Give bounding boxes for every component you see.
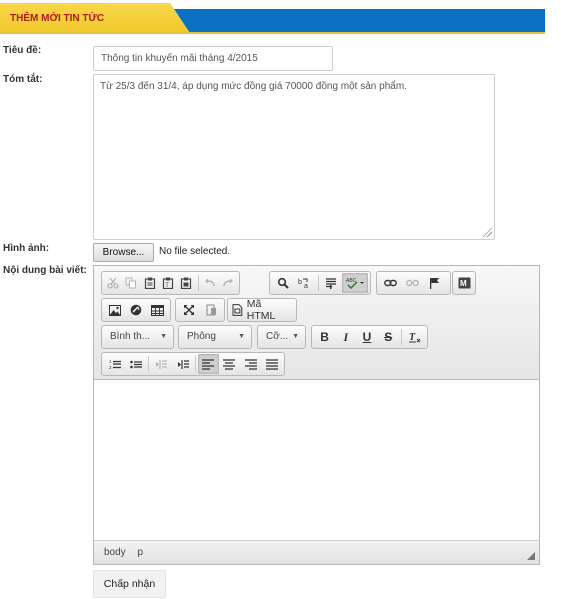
remove-format-icon[interactable]: T [404,327,425,347]
svg-text:T: T [409,332,416,343]
italic-icon[interactable]: I [335,327,356,347]
source-icon [232,304,243,316]
unlink-icon[interactable] [401,273,423,293]
links-group [376,271,451,295]
header-underline [0,32,545,34]
align-center-icon[interactable] [219,354,240,374]
page-header: THÊM MỚI TIN TỨC [0,3,545,34]
image-label: Hình ảnh: [3,243,50,254]
svg-text:T: T [165,283,169,289]
bold-icon[interactable]: B [314,327,335,347]
maximize-icon[interactable] [178,300,200,320]
textarea-resize-handle[interactable] [483,228,492,237]
paragraph-group: 12 [101,352,285,376]
size-combo[interactable]: Cỡ... ▼ [257,325,306,349]
table-icon[interactable] [147,300,168,320]
tools-group [175,298,225,322]
replace-icon[interactable]: ba [294,273,316,293]
font-combo[interactable]: Phông ▼ [178,325,252,349]
title-input[interactable] [93,46,333,71]
paste-word-icon[interactable] [177,273,195,293]
insert-group [101,298,171,322]
paste-icon[interactable] [141,273,159,293]
editing-group: ba ABC [269,271,371,295]
copy-icon[interactable] [122,273,140,293]
link-icon[interactable] [379,273,401,293]
flash-group: M [452,271,476,295]
chevron-down-icon: ▼ [292,333,299,340]
font-combo-value: Phông [187,331,216,342]
clipboard-group: T [101,271,240,295]
svg-text:b: b [298,279,302,286]
svg-text:2: 2 [109,365,112,370]
editor-content-area[interactable] [94,381,539,540]
summary-label: Tóm tắt: [3,74,43,85]
justify-icon[interactable] [261,354,282,374]
redo-icon[interactable] [219,273,237,293]
editor-status-bar: body p [94,540,539,564]
bulleted-list-icon[interactable] [125,354,146,374]
chevron-down-icon: ▼ [160,333,167,340]
svg-text:a: a [304,283,308,289]
cut-icon[interactable] [104,273,122,293]
outdent-icon[interactable] [151,354,172,374]
flash-icon[interactable]: M [455,273,473,293]
format-combo[interactable]: Bình th... ▼ [101,325,174,349]
special-char-icon[interactable] [125,300,146,320]
paste-text-icon[interactable]: T [159,273,177,293]
chevron-down-icon: ▼ [238,333,245,340]
strike-icon[interactable]: S [378,327,399,347]
title-label: Tiêu đề: [3,45,42,56]
browse-button[interactable]: Browse... [93,243,154,262]
indent-icon[interactable] [172,354,193,374]
image-icon[interactable] [104,300,125,320]
svg-text:M: M [460,279,467,288]
align-right-icon[interactable] [240,354,261,374]
path-item-body[interactable]: body [104,547,126,558]
basic-styles-group: B I U S T [311,325,428,349]
svg-text:1: 1 [109,359,112,364]
editor-toolbar: T ba ABC M Mã HTML Bình th... ▼ Phông ▼ … [94,266,539,380]
anchor-icon[interactable] [423,273,445,293]
rich-text-editor: T ba ABC M Mã HTML Bình th... ▼ Phông ▼ … [93,265,540,565]
path-item-p[interactable]: p [137,547,143,558]
numbered-list-icon[interactable]: 12 [104,354,125,374]
show-blocks-icon[interactable] [200,300,222,320]
summary-textarea[interactable]: Từ 25/3 đến 31/4, áp dụng mức đồng giá 7… [93,74,495,240]
file-status-text: No file selected. [159,246,231,257]
editor-resize-handle[interactable] [527,552,535,560]
find-icon[interactable] [272,273,294,293]
source-button[interactable]: Mã HTML [227,298,297,322]
source-label: Mã HTML [246,298,276,322]
page-title: THÊM MỚI TIN TỨC [10,13,105,24]
submit-button[interactable]: Chấp nhận [93,570,166,598]
undo-icon[interactable] [200,273,218,293]
size-combo-value: Cỡ... [266,331,289,342]
spellcheck-icon[interactable]: ABC [342,273,368,293]
underline-icon[interactable]: U [356,327,377,347]
element-path: body p [104,547,152,558]
content-label: Nội dung bài viết: [3,265,87,276]
select-all-icon[interactable] [321,273,343,293]
format-combo-value: Bình th... [110,331,151,342]
align-left-icon[interactable] [197,354,219,374]
